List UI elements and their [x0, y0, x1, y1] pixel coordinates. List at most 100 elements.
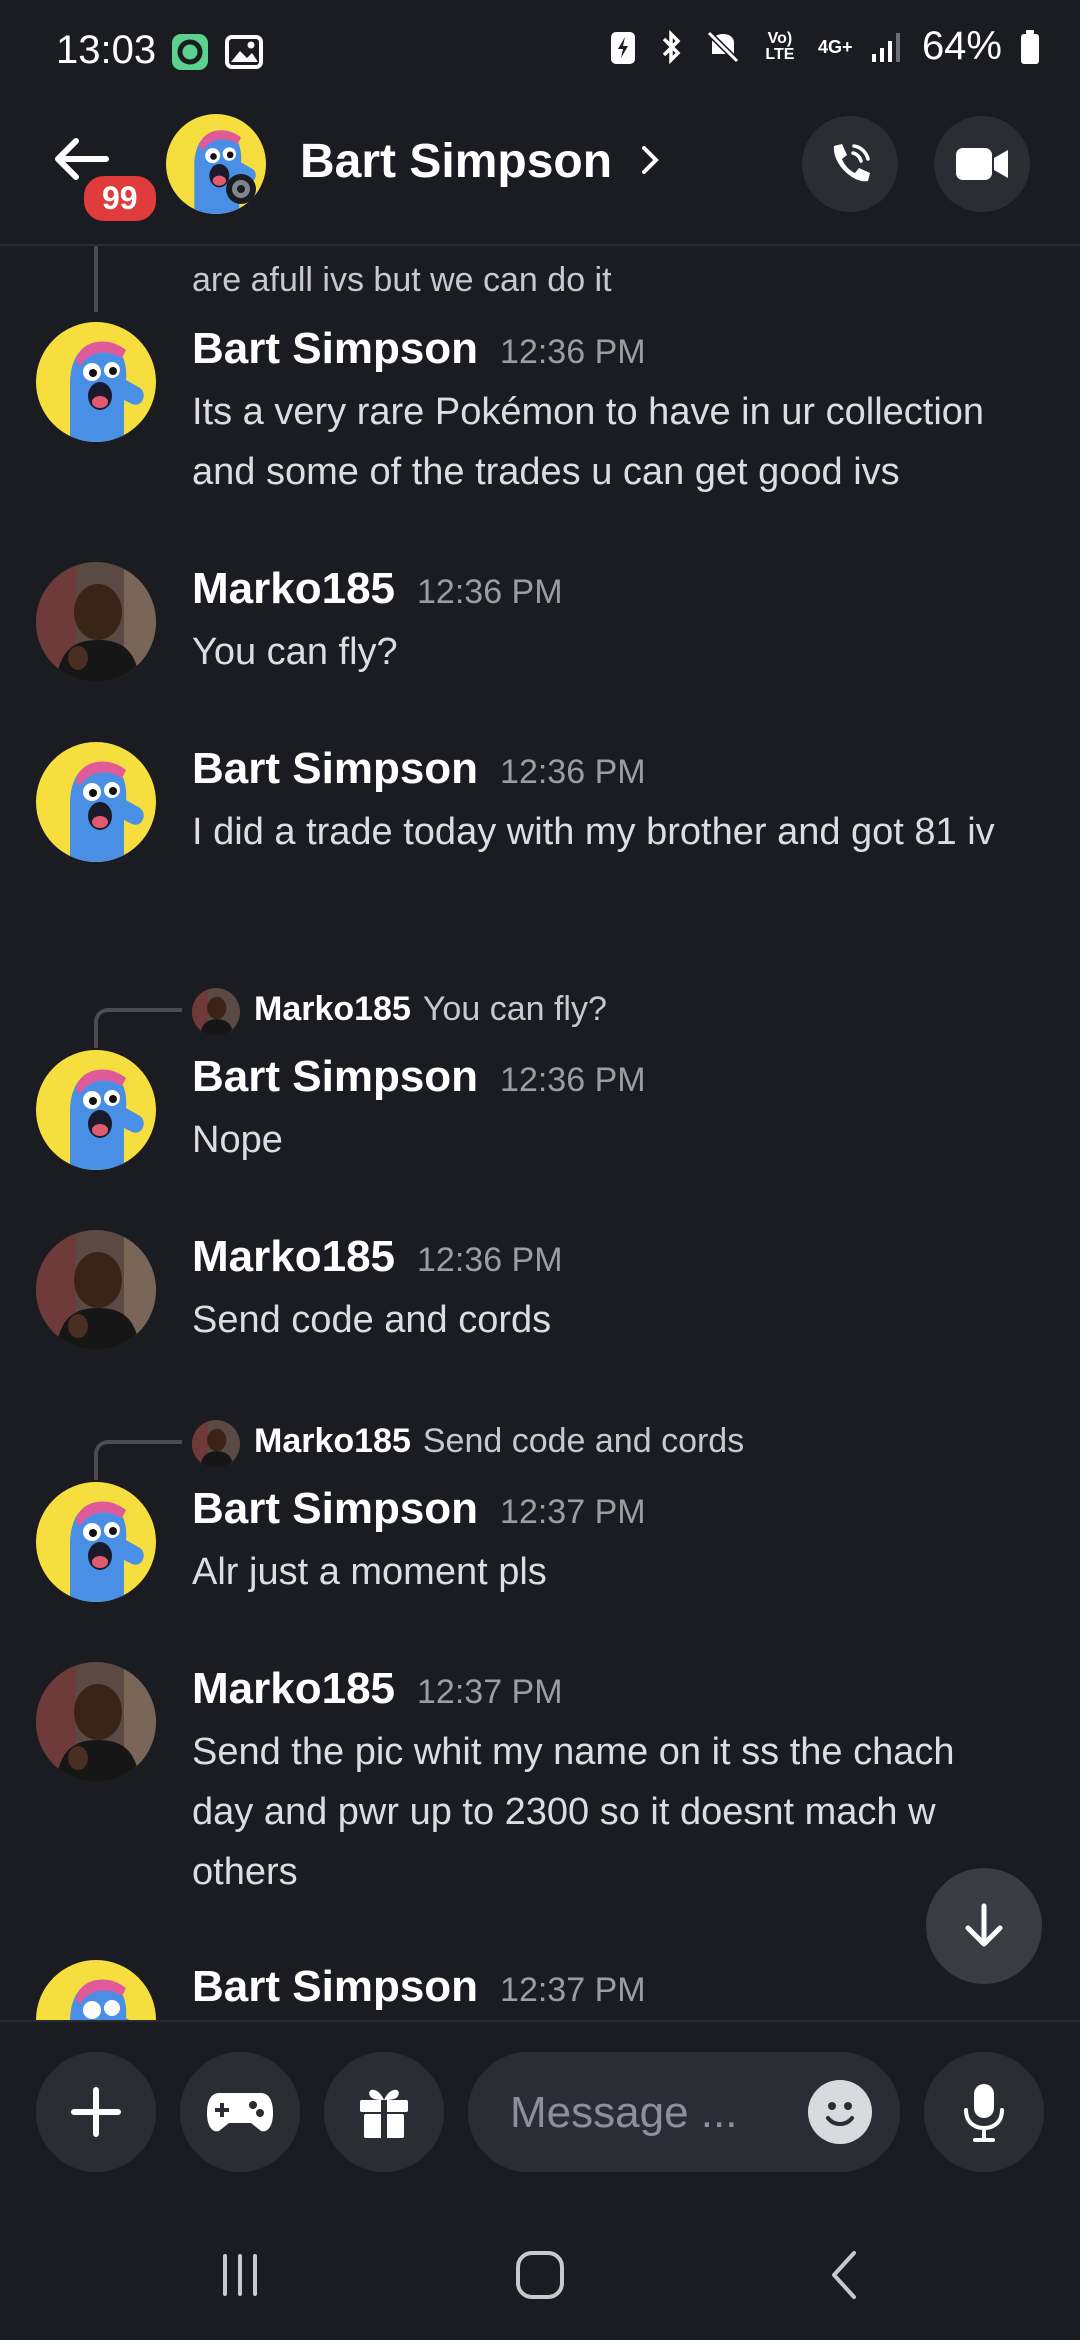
message-composer — [0, 2020, 1080, 2202]
back-nav-button[interactable] — [804, 2240, 884, 2310]
gallery-icon — [225, 35, 263, 69]
unread-badge: 99 — [80, 172, 160, 225]
gamepad-icon — [207, 2093, 273, 2132]
reply-author: Marko185 You can fly? — [254, 990, 607, 1029]
marko-avatar-image — [36, 562, 156, 682]
offline-status-indicator — [226, 174, 256, 204]
reply-preview[interactable]: Marko185 Send code and cords — [0, 1410, 1080, 1480]
avatar[interactable] — [36, 1662, 156, 1782]
message-input-container[interactable] — [468, 2052, 900, 2172]
system-status: Vo) LTE 4G+ 64% — [608, 24, 1040, 69]
marko-avatar-image — [36, 1662, 156, 1782]
bluetooth-icon — [662, 29, 681, 64]
avatar — [192, 988, 240, 1036]
message-text: Send code and cords — [192, 1299, 552, 1341]
volte-indicator: Vo) LTE — [760, 29, 800, 63]
author-name: Bart Simpson — [192, 1052, 479, 1101]
battery-icon — [1021, 29, 1039, 64]
message-timestamp: 12:36 PM — [500, 1061, 646, 1099]
avatar[interactable] — [36, 562, 156, 682]
bart-avatar-image — [36, 742, 156, 862]
plus-icon — [71, 2087, 121, 2137]
avatar[interactable] — [36, 322, 156, 442]
gift-button[interactable] — [324, 2052, 444, 2172]
back-chevron-icon — [832, 2251, 856, 2299]
message-timestamp: 12:36 PM — [500, 333, 646, 371]
bart-avatar-image — [36, 322, 156, 442]
recents-button[interactable] — [200, 2240, 280, 2310]
emoji-button[interactable] — [808, 2080, 872, 2144]
marko-avatar-image — [192, 1420, 240, 1468]
message-timestamp: 12:37 PM — [500, 1493, 646, 1531]
message-input[interactable] — [508, 2080, 772, 2146]
status-time: 13:03 — [56, 28, 157, 72]
reply-preview[interactable]: Marko185 You can fly? — [0, 978, 1080, 1048]
notification-icons — [170, 32, 264, 72]
message-text: Its a very rare Pokémon to have in ur co… — [192, 391, 985, 493]
home-icon — [516, 2251, 564, 2299]
voice-call-button[interactable] — [802, 116, 898, 212]
video-call-button[interactable] — [934, 116, 1030, 212]
apps-button[interactable] — [180, 2052, 300, 2172]
signal-icon — [871, 32, 900, 62]
message-author[interactable]: Marko185 12:36 PM — [192, 564, 563, 614]
message-timestamp: 12:37 PM — [500, 1971, 646, 2009]
avatar[interactable] — [36, 1960, 156, 2020]
reply-author-name: Marko185 — [254, 1422, 411, 1460]
author-name: Bart Simpson — [192, 744, 479, 793]
message-author[interactable]: Marko185 12:37 PM — [192, 1664, 563, 1714]
message-author[interactable]: Bart Simpson 12:37 PM — [192, 1484, 646, 1534]
network-gen-label: 4G+ — [817, 36, 853, 57]
bart-avatar-image — [36, 1482, 156, 1602]
emoji-icon — [826, 2102, 854, 2126]
message-author[interactable]: Bart Simpson 12:37 PM — [192, 1962, 646, 2012]
author-name: Bart Simpson — [192, 1962, 479, 2011]
author-name: Bart Simpson — [192, 1484, 479, 1533]
message-timestamp: 12:36 PM — [417, 573, 563, 611]
reply-connector — [94, 1440, 182, 1480]
reply-author-name: Marko185 — [254, 990, 411, 1028]
arrow-down-icon — [965, 1903, 1003, 1947]
message-author[interactable]: Bart Simpson 12:36 PM — [192, 324, 646, 374]
add-attachment-button[interactable] — [36, 2052, 156, 2172]
reply-text: Send code and cords — [422, 1422, 745, 1460]
marko-avatar-image — [192, 988, 240, 1036]
microphone-icon — [964, 2084, 1004, 2142]
author-name: Marko185 — [192, 564, 396, 613]
bart-avatar-image — [36, 1050, 156, 1170]
avatar[interactable] — [36, 1482, 156, 1602]
page-title[interactable]: Bart Simpson — [300, 134, 612, 189]
volte-label: Vo) LTE — [765, 29, 795, 63]
message-author[interactable]: Marko185 12:36 PM — [192, 1232, 563, 1282]
home-button[interactable] — [500, 2240, 580, 2310]
author-name: Marko185 — [192, 1232, 396, 1281]
reply-connector — [94, 1008, 182, 1048]
avatar — [192, 1420, 240, 1468]
message-text: You can fly? — [192, 631, 398, 673]
voice-message-button[interactable] — [924, 2052, 1044, 2172]
avatar[interactable] — [36, 742, 156, 862]
video-camera-icon — [956, 148, 1008, 180]
gift-icon — [360, 2089, 408, 2138]
battery-percentage: 64% — [921, 24, 1002, 68]
jump-to-bottom-button[interactable] — [926, 1868, 1042, 1984]
mute-icon — [706, 30, 740, 63]
message-author[interactable]: Bart Simpson 12:36 PM — [192, 744, 646, 794]
author-name: Marko185 — [192, 1664, 396, 1713]
bart-avatar-image — [36, 1960, 156, 2020]
chevron-right-icon[interactable] — [636, 140, 666, 180]
message-timestamp: 12:36 PM — [500, 753, 646, 791]
avatar[interactable] — [36, 1050, 156, 1170]
status-bar: 13:03 Vo) LTE 4G+ 64% — [0, 0, 1080, 104]
app-notification-icon — [172, 34, 208, 70]
phone-call-icon — [833, 144, 870, 182]
message-author[interactable]: Bart Simpson 12:36 PM — [192, 1052, 646, 1102]
message-timestamp: 12:36 PM — [417, 1241, 563, 1279]
message-timestamp: 12:37 PM — [417, 1673, 563, 1711]
message-text-partial: are afull ivs but we can do it — [192, 261, 612, 299]
avatar[interactable] — [36, 1230, 156, 1350]
message-list[interactable]: are afull ivs but we can do it Bart Simp… — [0, 246, 1080, 2020]
author-name: Bart Simpson — [192, 324, 479, 373]
chat-header: 99 Bart Simpson — [0, 104, 1080, 246]
network-gen-indicator: 4G+ — [817, 36, 853, 57]
